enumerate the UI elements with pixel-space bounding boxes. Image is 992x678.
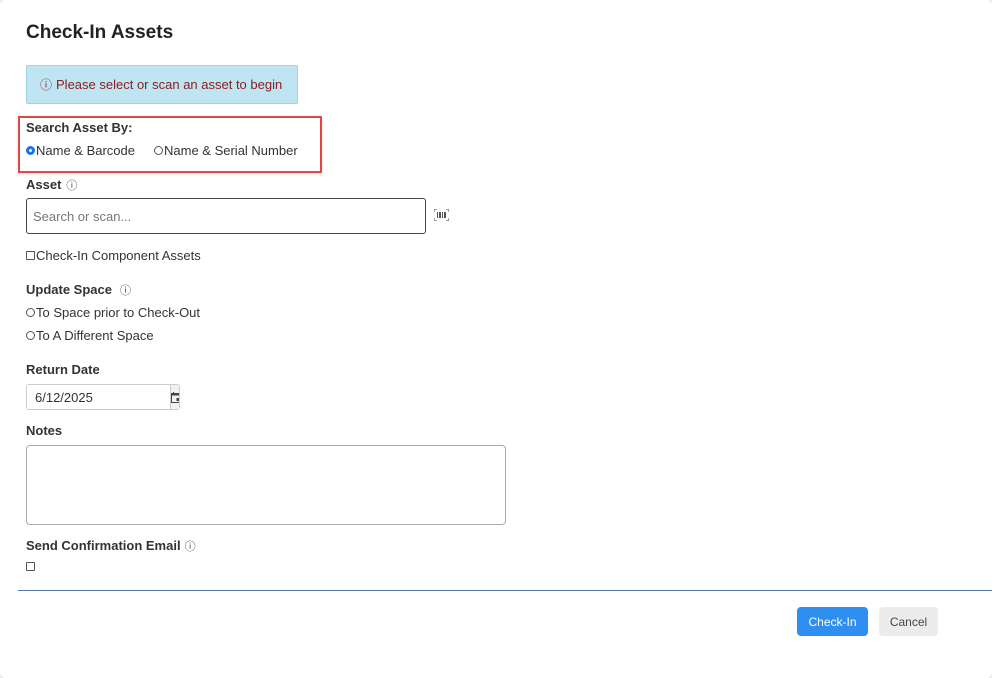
radio-label: To A Different Space <box>36 328 154 343</box>
info-circle-icon: ⓘ <box>40 78 53 92</box>
check-in-button[interactable]: Check-In <box>797 607 868 636</box>
radio-unselected-icon[interactable] <box>154 146 163 155</box>
info-alert: ⓘ Please select or scan an asset to begi… <box>26 65 298 104</box>
notes-label: Notes <box>26 423 63 438</box>
info-icon[interactable]: ⓘ <box>185 541 196 553</box>
info-icon[interactable]: ⓘ <box>66 180 77 192</box>
info-icon[interactable]: ⓘ <box>120 285 131 297</box>
check-in-dialog: Check-In Assets ⓘ Please select or scan … <box>0 0 992 678</box>
radio-label: Name & Serial Number <box>164 143 298 158</box>
asset-label: Asset ⓘ <box>26 177 77 193</box>
asset-search-input[interactable] <box>26 198 426 234</box>
radio-name-barcode[interactable]: Name & Barcode <box>26 143 135 158</box>
radio-different-space[interactable]: To A Different Space <box>26 328 154 343</box>
update-space-label-text: Update Space <box>26 282 112 297</box>
radio-name-serial-number[interactable]: Name & Serial Number <box>154 143 298 158</box>
dialog-title: Check-In Assets <box>26 22 174 43</box>
update-space-label: Update Space ⓘ <box>26 282 131 298</box>
search-by-label: Search Asset By: <box>26 120 133 135</box>
radio-unselected-icon[interactable] <box>26 308 35 317</box>
calendar-button[interactable] <box>170 385 179 409</box>
component-assets-checkbox-row[interactable]: Check-In Component Assets <box>26 248 201 263</box>
asset-label-text: Asset <box>26 177 62 192</box>
return-date-input[interactable] <box>27 385 170 409</box>
confirmation-email-label: Send Confirmation Email ⓘ <box>26 538 196 554</box>
calendar-icon <box>171 391 179 403</box>
alert-text: Please select or scan an asset to begin <box>56 77 283 92</box>
return-date-field <box>26 384 180 410</box>
confirmation-email-label-text: Send Confirmation Email <box>26 538 181 553</box>
radio-selected-icon[interactable] <box>26 146 35 155</box>
notes-textarea[interactable] <box>26 445 506 525</box>
component-assets-checkbox[interactable] <box>26 251 35 260</box>
cancel-button[interactable]: Cancel <box>879 607 938 636</box>
barcode-scan-icon[interactable] <box>434 209 449 221</box>
component-assets-label: Check-In Component Assets <box>36 248 201 263</box>
return-date-label: Return Date <box>26 362 100 377</box>
footer-divider <box>18 590 992 591</box>
radio-unselected-icon[interactable] <box>26 331 35 340</box>
radio-space-prior[interactable]: To Space prior to Check-Out <box>26 305 200 320</box>
radio-label: Name & Barcode <box>36 143 135 158</box>
confirmation-email-checkbox[interactable] <box>26 562 35 571</box>
radio-label: To Space prior to Check-Out <box>36 305 201 320</box>
